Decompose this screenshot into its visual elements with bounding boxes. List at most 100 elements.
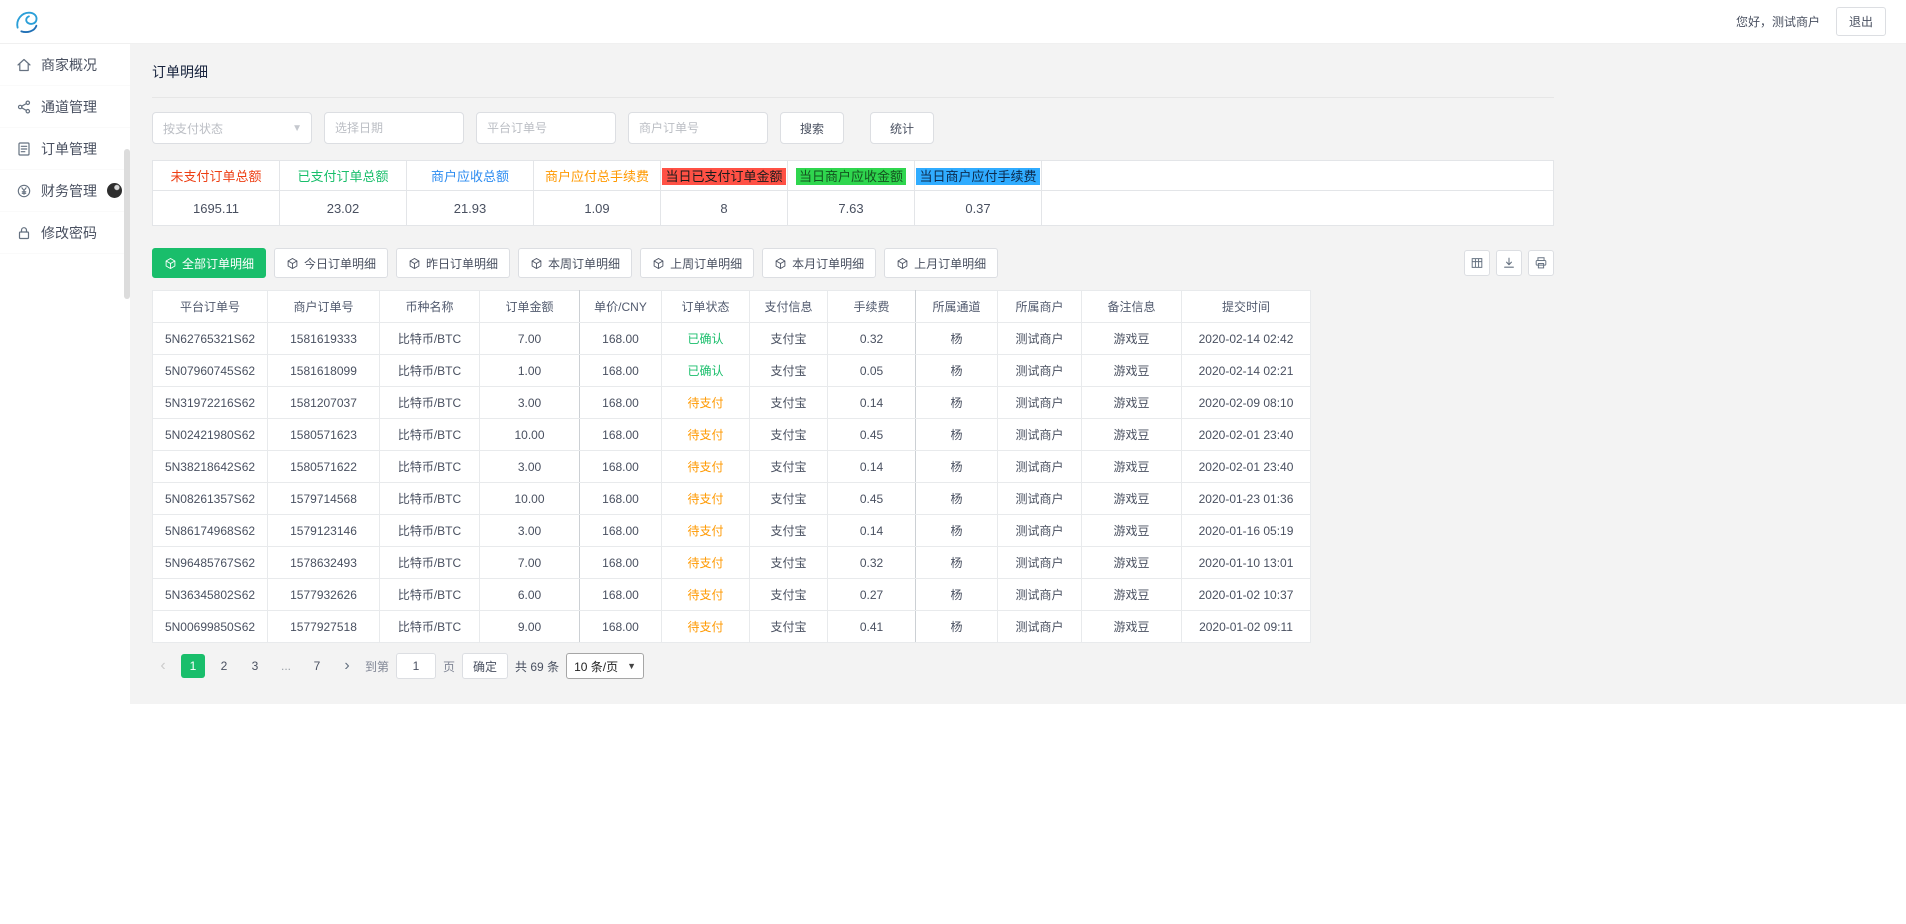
per-page-select[interactable]: 10 条/页 ▼	[566, 653, 644, 679]
payment-status-select[interactable]: 按支付状态 ▼	[152, 112, 312, 144]
cell: 2020-02-14 02:21	[1182, 355, 1311, 387]
sidebar-item-3[interactable]: 订单管理	[0, 128, 130, 170]
order-tab-6[interactable]: 本月订单明细	[762, 248, 876, 278]
search-button[interactable]: 搜索	[780, 112, 844, 144]
order-tab-5[interactable]: 上周订单明细	[640, 248, 754, 278]
download-button[interactable]	[1496, 250, 1522, 276]
tab-label: 本月订单明细	[792, 255, 864, 272]
cell: 游戏豆	[1082, 419, 1182, 451]
summary-value: 1.09	[534, 191, 661, 226]
cell: 测试商户	[998, 387, 1082, 419]
cell: 2020-02-01 23:40	[1182, 419, 1311, 451]
prev-page-button[interactable]: ‹	[152, 654, 174, 678]
cell: 比特币/BTC	[380, 547, 480, 579]
column-header: 币种名称	[380, 291, 480, 323]
table-row: 5N38218642S621580571622比特币/BTC3.00168.00…	[153, 451, 1311, 483]
platform-order-input[interactable]	[476, 112, 616, 144]
date-input[interactable]	[324, 112, 464, 144]
table-row: 5N86174968S621579123146比特币/BTC3.00168.00…	[153, 515, 1311, 547]
cell: 5N08261357S62	[153, 483, 268, 515]
filter-bar: 按支付状态 ▼ 搜索 统计	[152, 112, 1554, 144]
cell: 5N96485767S62	[153, 547, 268, 579]
cell: 游戏豆	[1082, 323, 1182, 355]
payment-status-select-value: 按支付状态	[163, 120, 223, 137]
page-button-2[interactable]: 2	[212, 654, 236, 678]
page-button-3[interactable]: 3	[243, 654, 267, 678]
cell: 5N31972216S62	[153, 387, 268, 419]
summary-filler	[1042, 161, 1554, 191]
summary-value: 8	[661, 191, 788, 226]
tab-label: 全部订单明细	[182, 255, 254, 272]
stats-button[interactable]: 统计	[870, 112, 934, 144]
next-page-button[interactable]: ›	[336, 654, 358, 678]
cell: 杨	[916, 547, 998, 579]
columns-icon	[1470, 256, 1484, 270]
logo	[12, 6, 44, 38]
column-header: 订单状态	[662, 291, 750, 323]
cell: 1577927518	[268, 611, 380, 643]
cell: 支付宝	[750, 387, 828, 419]
cell: 0.32	[828, 323, 916, 355]
print-button[interactable]	[1528, 250, 1554, 276]
page-button-7[interactable]: 7	[305, 654, 329, 678]
cube-icon	[408, 257, 421, 270]
order-tab-4[interactable]: 本周订单明细	[518, 248, 632, 278]
summary-label: 商户应收总额	[428, 168, 512, 185]
cell: 支付宝	[750, 483, 828, 515]
sidebar-item-2[interactable]: 通道管理	[0, 86, 130, 128]
cell: 游戏豆	[1082, 387, 1182, 419]
order-tab-3[interactable]: 昨日订单明细	[396, 248, 510, 278]
cell: 2020-01-02 09:11	[1182, 611, 1311, 643]
page-button-1[interactable]: 1	[181, 654, 205, 678]
cell: 支付宝	[750, 323, 828, 355]
sidebar-item-4[interactable]: 财务管理	[0, 170, 130, 212]
order-tab-7[interactable]: 上月订单明细	[884, 248, 998, 278]
cube-icon	[164, 257, 177, 270]
cell: 测试商户	[998, 515, 1082, 547]
orders-icon	[16, 141, 32, 157]
channel-icon	[16, 99, 32, 115]
columns-button[interactable]	[1464, 250, 1490, 276]
cell: 测试商户	[998, 579, 1082, 611]
cube-icon	[774, 257, 787, 270]
cell: 168.00	[580, 387, 662, 419]
chevron-down-icon: ▼	[627, 661, 636, 671]
home-icon	[16, 57, 32, 73]
sidebar-item-1[interactable]: 商家概况	[0, 44, 130, 86]
cell: 测试商户	[998, 355, 1082, 387]
goto-suffix: 页	[443, 658, 455, 675]
order-tab-1[interactable]: 全部订单明细	[152, 248, 266, 278]
cell: 杨	[916, 323, 998, 355]
cell: 0.14	[828, 387, 916, 419]
cell: 1580571622	[268, 451, 380, 483]
summary-header-cell: 未支付订单总额	[153, 161, 280, 191]
logout-button[interactable]: 退出	[1836, 7, 1886, 36]
column-header: 备注信息	[1082, 291, 1182, 323]
cell: 1581207037	[268, 387, 380, 419]
cell: 168.00	[580, 547, 662, 579]
cell: 1581619333	[268, 323, 380, 355]
status-badge: 已确认	[662, 323, 750, 355]
cell: 比特币/BTC	[380, 579, 480, 611]
sidebar-scrollbar[interactable]	[124, 149, 130, 299]
goto-confirm-button[interactable]: 确定	[462, 653, 508, 679]
cell: 测试商户	[998, 451, 1082, 483]
cell: 比特币/BTC	[380, 611, 480, 643]
goto-page-input[interactable]	[396, 653, 436, 679]
cell: 比特币/BTC	[380, 515, 480, 547]
cell: 游戏豆	[1082, 355, 1182, 387]
table-row: 5N08261357S621579714568比特币/BTC10.00168.0…	[153, 483, 1311, 515]
status-badge: 已确认	[662, 355, 750, 387]
order-tab-2[interactable]: 今日订单明细	[274, 248, 388, 278]
cell: 1579714568	[268, 483, 380, 515]
column-header: 提交时间	[1182, 291, 1311, 323]
cell: 杨	[916, 579, 998, 611]
download-icon	[1502, 256, 1516, 270]
cell: 3.00	[480, 515, 580, 547]
sidebar-item-5[interactable]: 修改密码	[0, 212, 130, 254]
cell: 杨	[916, 419, 998, 451]
summary-label: 商户应付总手续费	[542, 168, 652, 185]
status-badge: 待支付	[662, 483, 750, 515]
merchant-order-input[interactable]	[628, 112, 768, 144]
cell: 杨	[916, 355, 998, 387]
